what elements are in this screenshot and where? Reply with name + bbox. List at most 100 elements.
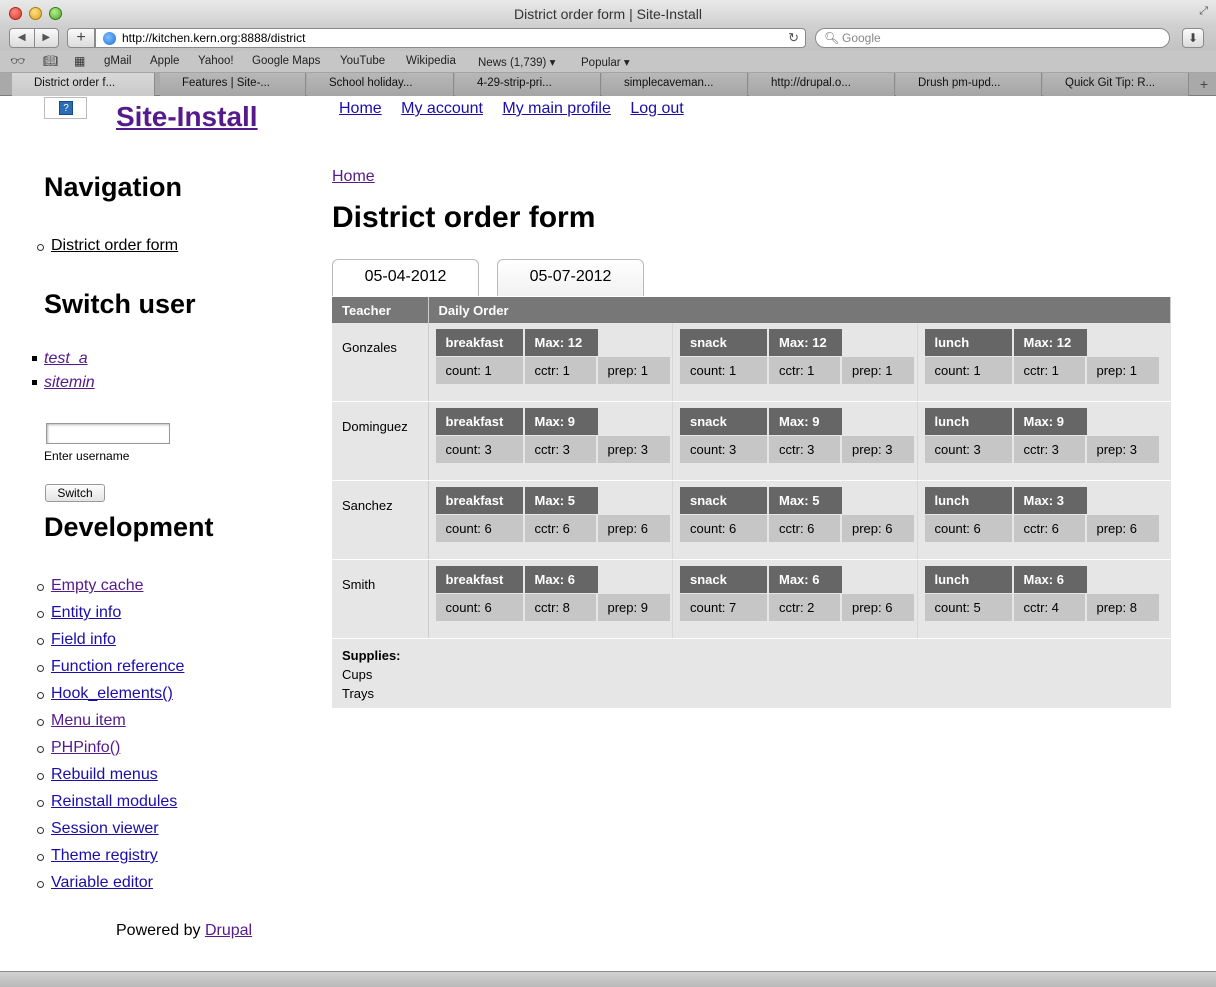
meal-header: lunch Max: 9 xyxy=(924,408,1163,435)
browser-tab-strip: District order f... Features | Site-... … xyxy=(0,73,1216,96)
meal-max: Max: 3 xyxy=(1013,487,1089,514)
bookmark-apple[interactable]: Apple xyxy=(150,55,179,67)
development-heading: Development xyxy=(44,512,214,542)
meals-row: breakfast Max: 12 count: 1 cctr: 1 prep: 1 sn… xyxy=(429,323,1171,401)
bookmarks-book-icon[interactable]: 📖︎ xyxy=(43,54,58,68)
meal-name: breakfast xyxy=(435,408,525,435)
nav-my-main-profile-link[interactable]: My main profile xyxy=(502,100,610,117)
meal-block: snack Max: 9 count: 3 cctr: 3 prep: 3 xyxy=(673,402,918,480)
dev-reinstall-modules-link[interactable]: Reinstall modules xyxy=(51,793,177,810)
meal-block: lunch Max: 12 count: 1 cctr: 1 prep: 1 xyxy=(918,323,1163,401)
meal-block: breakfast Max: 12 count: 1 cctr: 1 prep: 1 xyxy=(429,323,673,401)
add-bookmark-button[interactable]: + xyxy=(67,28,95,48)
dev-empty-cache-link[interactable]: Empty cache xyxy=(51,577,143,594)
meal-header: snack Max: 9 xyxy=(680,408,917,435)
dev-session-viewer-link[interactable]: Session viewer xyxy=(51,820,159,837)
new-tab-icon[interactable]: + xyxy=(1200,76,1208,92)
meal-name: snack xyxy=(680,329,769,356)
fullscreen-icon[interactable]: ⤢ xyxy=(1199,5,1208,18)
username-input[interactable] xyxy=(46,423,170,444)
list-item: District order form xyxy=(36,237,178,264)
bookmark-wikipedia[interactable]: Wikipedia xyxy=(406,55,456,67)
switch-button[interactable]: Switch xyxy=(45,484,105,502)
browser-tab[interactable]: simplecaveman... xyxy=(602,73,748,96)
reload-icon[interactable]: ↻ xyxy=(788,29,799,47)
site-name-link[interactable]: Site-Install xyxy=(116,101,258,133)
bookmark-gmail[interactable]: gMail xyxy=(104,55,131,67)
meal-stats: count: 3 cctr: 3 prep: 3 xyxy=(435,436,673,463)
browser-tab[interactable]: Drush pm-upd... xyxy=(896,73,1042,96)
dev-menu-item-link[interactable]: Menu item xyxy=(51,712,126,729)
dev-phpinfo-link[interactable]: PHPinfo() xyxy=(51,739,120,756)
meal-count: count: 6 xyxy=(924,515,1014,542)
browser-tab[interactable]: 4-29-strip-pri... xyxy=(455,73,601,96)
meal-prep: prep: 6 xyxy=(842,594,914,621)
search-icon: 🔍︎ xyxy=(824,31,840,45)
table-row: Smith breakfast Max: 6 count: 6 cctr: 8 prep:… xyxy=(332,559,1171,639)
meal-header: snack Max: 5 xyxy=(680,487,917,514)
window-titlebar: District order form | Site-Install ⤢ xyxy=(0,0,1216,27)
switch-user-test-a-link[interactable]: test_a xyxy=(44,350,88,367)
navigation-heading: Navigation xyxy=(44,172,183,202)
bookmark-google-maps[interactable]: Google Maps xyxy=(252,55,320,67)
meal-cctr: cctr: 6 xyxy=(1013,515,1087,542)
breadcrumb-home-link[interactable]: Home xyxy=(332,168,375,186)
forward-arrow-icon[interactable]: ▶ xyxy=(35,29,59,47)
browser-tab[interactable]: Features | Site-... xyxy=(160,73,306,96)
teacher-name: Dominguez xyxy=(332,401,429,481)
meal-stats: count: 6 cctr: 6 prep: 6 xyxy=(924,515,1163,542)
meal-max: Max: 6 xyxy=(524,566,600,593)
date-tab-active[interactable]: 05-04-2012 xyxy=(332,259,479,296)
browser-tab[interactable]: District order f... xyxy=(12,73,155,96)
meal-name: snack xyxy=(680,408,769,435)
switch-user-sitemin-link[interactable]: sitemin xyxy=(44,374,95,391)
column-header-daily-order: Daily Order xyxy=(428,297,1171,323)
drupal-link[interactable]: Drupal xyxy=(205,922,252,939)
reading-list-icon[interactable]: 👓︎ xyxy=(10,54,25,68)
date-tab[interactable]: 05-07-2012 xyxy=(497,259,644,296)
address-bar[interactable]: http://kitchen.kern.org:8888/district ↻ xyxy=(95,28,806,48)
browser-tab[interactable]: School holiday... xyxy=(307,73,454,96)
bookmark-news-folder[interactable]: News (1,739) ▾ xyxy=(478,55,555,69)
meal-max: Max: 5 xyxy=(524,487,600,514)
meal-prep: prep: 9 xyxy=(597,594,670,621)
list-item: Session viewer xyxy=(36,820,184,847)
dev-hook-elements-link[interactable]: Hook_elements() xyxy=(51,685,173,702)
navigation-menu: District order form xyxy=(36,237,178,264)
dev-entity-info-link[interactable]: Entity info xyxy=(51,604,121,621)
dev-variable-editor-link[interactable]: Variable editor xyxy=(51,874,153,891)
nav-log-out-link[interactable]: Log out xyxy=(630,100,683,117)
meal-header: lunch Max: 12 xyxy=(924,329,1163,356)
site-logo[interactable]: ? xyxy=(44,97,87,119)
meal-stats: count: 3 cctr: 3 prep: 3 xyxy=(924,436,1163,463)
list-item: Menu item xyxy=(36,712,184,739)
nav-district-order-form-link[interactable]: District order form xyxy=(51,237,178,254)
meal-header: lunch Max: 3 xyxy=(924,487,1163,514)
top-sites-grid-icon[interactable]: ▦ xyxy=(74,54,85,68)
dev-theme-registry-link[interactable]: Theme registry xyxy=(51,847,158,864)
meal-header: breakfast Max: 9 xyxy=(435,408,673,435)
daily-order-cell: breakfast Max: 6 count: 6 cctr: 8 prep: 9 sna… xyxy=(428,559,1171,639)
dev-function-reference-link[interactable]: Function reference xyxy=(51,658,184,675)
browser-tab[interactable]: Quick Git Tip: R... xyxy=(1043,73,1189,96)
back-arrow-icon[interactable]: ◀ xyxy=(10,29,35,47)
dev-field-info-link[interactable]: Field info xyxy=(51,631,116,648)
bookmark-popular-folder[interactable]: Popular ▾ xyxy=(581,55,630,69)
nav-my-account-link[interactable]: My account xyxy=(401,100,483,117)
list-item: PHPinfo() xyxy=(36,739,184,766)
search-field[interactable]: 🔍︎ Google xyxy=(815,28,1170,48)
browser-tab[interactable]: http://drupal.o... xyxy=(749,73,895,96)
bookmark-yahoo[interactable]: Yahoo! xyxy=(198,55,234,67)
meal-cctr: cctr: 8 xyxy=(524,594,598,621)
meal-max: Max: 6 xyxy=(769,566,844,593)
meal-prep: prep: 6 xyxy=(1086,515,1159,542)
bookmark-youtube[interactable]: YouTube xyxy=(340,55,385,67)
meal-cctr: cctr: 6 xyxy=(769,515,842,542)
meal-max: Max: 12 xyxy=(524,329,600,356)
meal-block: lunch Max: 3 count: 6 cctr: 6 prep: 6 xyxy=(918,481,1163,559)
supply-item: Cups xyxy=(342,667,373,682)
meals-row: breakfast Max: 5 count: 6 cctr: 6 prep: 6 sna… xyxy=(429,481,1171,559)
dev-rebuild-menus-link[interactable]: Rebuild menus xyxy=(51,766,158,783)
downloads-icon[interactable]: ⬇ xyxy=(1182,28,1204,48)
nav-home-link[interactable]: Home xyxy=(339,100,382,117)
